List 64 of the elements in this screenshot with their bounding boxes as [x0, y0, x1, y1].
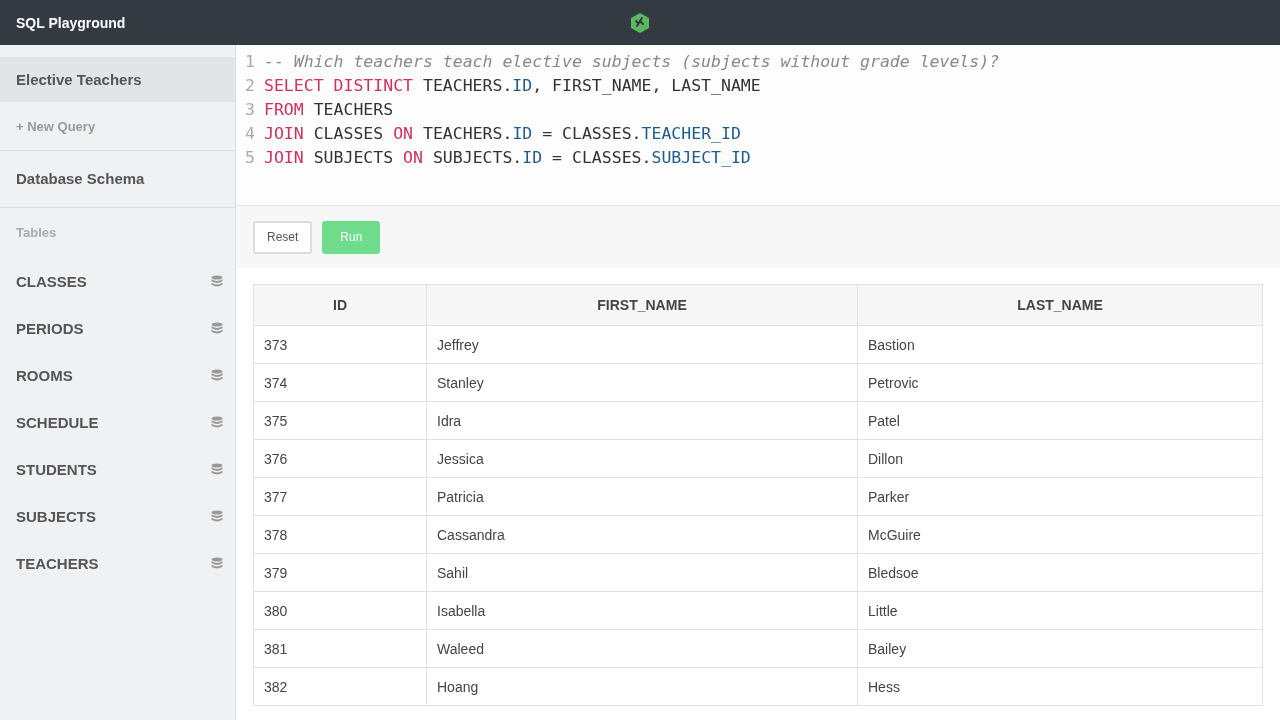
line-number: 3	[244, 99, 256, 121]
table-name[interactable]: ROOMS	[16, 367, 73, 384]
table-cell: Hoang	[426, 667, 858, 706]
database-icon[interactable]	[211, 556, 223, 571]
table-cell: Isabella	[426, 591, 858, 630]
reset-button[interactable]: Reset	[253, 220, 313, 254]
table-cell: Jessica	[426, 439, 858, 478]
table-cell: Hess	[857, 667, 1263, 706]
logo-icon	[630, 11, 650, 34]
database-icon[interactable]	[211, 462, 223, 477]
table-cell: Patricia	[426, 477, 858, 516]
table-name[interactable]: SCHEDULE	[16, 414, 99, 431]
line-number: 1	[244, 51, 256, 73]
line-number: 4	[244, 123, 256, 145]
database-icon[interactable]	[211, 368, 223, 383]
table-cell: Idra	[426, 401, 858, 440]
table-name[interactable]: PERIODS	[16, 320, 84, 337]
database-icon[interactable]	[211, 274, 223, 289]
table-cell: Jeffrey	[426, 325, 858, 364]
table-cell: 377	[253, 477, 427, 516]
table-cell: Patel	[857, 401, 1263, 440]
table-cell: 374	[253, 363, 427, 402]
database-icon[interactable]	[211, 415, 223, 430]
code-line: JOIN SUBJECTS ON SUBJECTS.ID = CLASSES.SUBJECT_ID	[264, 147, 751, 169]
section-heading: Tables	[16, 224, 58, 242]
table-cell: Dillon	[857, 439, 1263, 478]
code-line: FROM TEACHERS	[264, 99, 394, 121]
code-line: SELECT DISTINCT TEACHERS.ID, FIRST_NAME, LAST_NAME	[264, 75, 761, 97]
table-cell: Cassandra	[426, 515, 858, 554]
table-cell: Bledsoe	[857, 553, 1263, 592]
column-header: ID	[253, 284, 427, 326]
table-name[interactable]: TEACHERS	[16, 555, 99, 572]
table-cell: Stanley	[426, 363, 858, 402]
database-icon[interactable]	[211, 321, 223, 336]
table-cell: Waleed	[426, 629, 858, 668]
code-line: JOIN CLASSES ON TEACHERS.ID = CLASSES.TEACHER_ID	[264, 123, 741, 145]
table-cell: Sahil	[426, 553, 858, 592]
table-cell: Little	[857, 591, 1263, 630]
table-cell: Petrovic	[857, 363, 1263, 402]
table-cell: 381	[253, 629, 427, 668]
table-cell: McGuire	[857, 515, 1263, 554]
line-number: 5	[244, 147, 256, 169]
table-cell: 373	[253, 325, 427, 364]
table-cell: Bailey	[857, 629, 1263, 668]
table-name[interactable]: CLASSES	[16, 273, 87, 290]
table-cell: Parker	[857, 477, 1263, 516]
code-editor[interactable]	[236, 45, 1280, 206]
section-title: Database Schema	[0, 151, 235, 208]
table-cell: 382	[253, 667, 427, 706]
table-cell: 380	[253, 591, 427, 630]
table-cell: 375	[253, 401, 427, 440]
line-number: 2	[244, 75, 256, 97]
app-title: SQL Playground	[16, 14, 127, 31]
database-icon[interactable]	[211, 509, 223, 524]
table-cell: 379	[253, 553, 427, 592]
column-header: FIRST_NAME	[426, 284, 858, 326]
column-header: LAST_NAME	[857, 284, 1263, 326]
table-cell: 376	[253, 439, 427, 478]
table-name[interactable]: SUBJECTS	[16, 508, 97, 525]
table-cell: Bastion	[857, 325, 1263, 364]
code-line: -- Which teachers teach elective subjects (subjects without grade levels)?	[264, 51, 1000, 73]
query-item[interactable]: Elective Teachers	[0, 57, 235, 102]
table-cell: 378	[253, 515, 427, 554]
table-name[interactable]: STUDENTS	[16, 461, 97, 478]
